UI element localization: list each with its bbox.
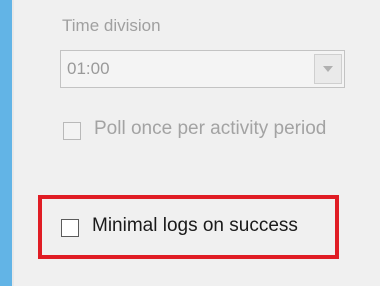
poll-once-label: Poll once per activity period — [94, 118, 327, 139]
panel-edge-divider — [12, 0, 14, 286]
minimal-logs-checkbox[interactable] — [61, 219, 79, 237]
dropdown-button[interactable] — [314, 54, 342, 84]
minimal-logs-label: Minimal logs on success — [92, 215, 298, 236]
poll-once-checkbox[interactable] — [63, 122, 81, 140]
time-division-value: 01:00 — [67, 59, 110, 78]
time-division-label: Time division — [62, 16, 161, 35]
left-accent-strip — [0, 0, 12, 286]
time-division-dropdown[interactable]: 01:00 — [60, 50, 345, 88]
chevron-down-icon — [323, 66, 333, 72]
